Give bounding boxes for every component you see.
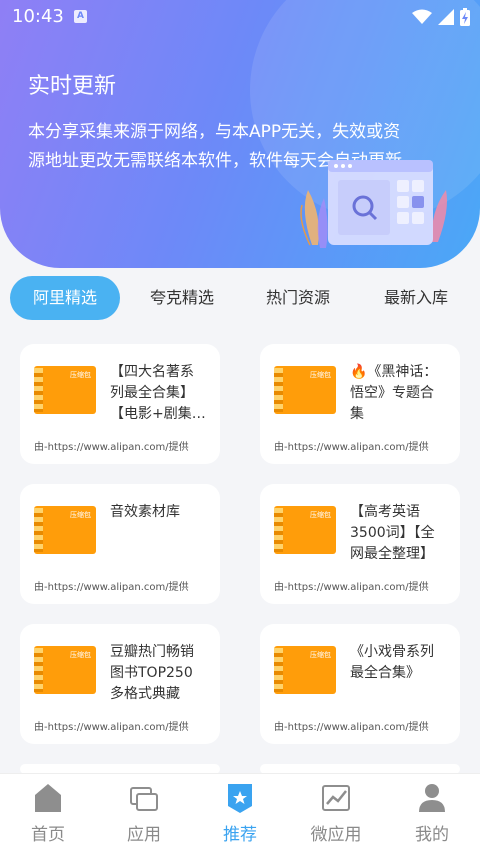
hero-banner: 10:43 A 实时更新 本分享采集来源于网络，与本APP无关，失效或资源地址更…: [0, 0, 480, 268]
user-icon: [419, 784, 445, 812]
wifi-icon: [412, 9, 432, 24]
nav-profile[interactable]: 我的: [384, 774, 480, 853]
archive-icon: 压缩包: [274, 506, 336, 554]
signal-icon: [438, 9, 454, 25]
tab-aliyun-picks[interactable]: 阿里精选: [10, 276, 120, 320]
tab-quark-picks[interactable]: 夸克精选: [130, 276, 234, 320]
nav-apps[interactable]: 应用: [96, 774, 192, 853]
category-tabs: 阿里精选 夸克精选 热门资源 最新入库: [0, 276, 480, 322]
browser-search-illustration: [300, 160, 447, 248]
hero-title: 实时更新: [28, 74, 117, 99]
apps-icon: [130, 787, 158, 811]
archive-icon: 压缩包: [274, 646, 336, 694]
card-source: 由-https://www.alipan.com/提供: [34, 582, 189, 593]
resource-card[interactable]: 压缩包 【四大名著系列最全合集】【电影+剧集… 由-https://www.al…: [20, 344, 220, 464]
nav-label: 我的: [415, 825, 449, 845]
status-time: 10:43: [12, 6, 64, 27]
archive-icon: 压缩包: [34, 646, 96, 694]
tab-newest[interactable]: 最新入库: [362, 276, 470, 320]
bottom-navigation: 首页 应用 推荐 微应用 我的: [0, 773, 480, 853]
resource-card[interactable]: 压缩包 《小戏骨系列最全合集》 由-https://www.alipan.com…: [260, 624, 460, 744]
card-title: 《小戏骨系列最全合集》: [350, 644, 434, 681]
nav-label: 首页: [31, 825, 65, 845]
notification-a-icon: A: [74, 10, 87, 23]
nav-label: 应用: [127, 825, 161, 845]
card-title: 【四大名著系列最全合集】【电影+剧集…: [110, 364, 206, 422]
status-bar: 10:43 A: [0, 0, 480, 34]
home-icon: [35, 784, 61, 812]
card-title: 音效素材库: [110, 504, 180, 520]
chart-icon: [322, 785, 350, 811]
card-source: 由-https://www.alipan.com/提供: [34, 442, 189, 453]
card-source: 由-https://www.alipan.com/提供: [274, 722, 429, 733]
battery-icon: [460, 8, 470, 26]
resource-card[interactable]: 压缩包 【高考英语3500词】【全网最全整理】 由-https://www.al…: [260, 484, 460, 604]
tab-hot-resources[interactable]: 热门资源: [244, 276, 352, 320]
archive-icon: 压缩包: [34, 366, 96, 414]
nav-micro-apps[interactable]: 微应用: [288, 774, 384, 853]
card-title: 豆瓣热门畅销图书TOP250多格式典藏: [110, 644, 194, 702]
nav-label: 微应用: [310, 825, 362, 845]
nav-home[interactable]: 首页: [0, 774, 96, 853]
card-title: 🔥《黑神话：悟空》专题合集: [350, 364, 438, 422]
card-title: 【高考英语3500词】【全网最全整理】: [350, 504, 435, 562]
archive-icon: 压缩包: [274, 366, 336, 414]
resource-card[interactable]: 压缩包 音效素材库 由-https://www.alipan.com/提供: [20, 484, 220, 604]
recommend-badge-icon: [228, 784, 252, 813]
card-source: 由-https://www.alipan.com/提供: [34, 722, 189, 733]
card-source: 由-https://www.alipan.com/提供: [274, 442, 429, 453]
archive-icon: 压缩包: [34, 506, 96, 554]
nav-label: 推荐: [223, 825, 257, 845]
resource-card[interactable]: 压缩包 豆瓣热门畅销图书TOP250多格式典藏 由-https://www.al…: [20, 624, 220, 744]
card-source: 由-https://www.alipan.com/提供: [274, 582, 429, 593]
system-icons: [412, 8, 470, 26]
nav-recommend[interactable]: 推荐: [192, 774, 288, 853]
resource-card[interactable]: 压缩包 🔥《黑神话：悟空》专题合集 由-https://www.alipan.c…: [260, 344, 460, 464]
